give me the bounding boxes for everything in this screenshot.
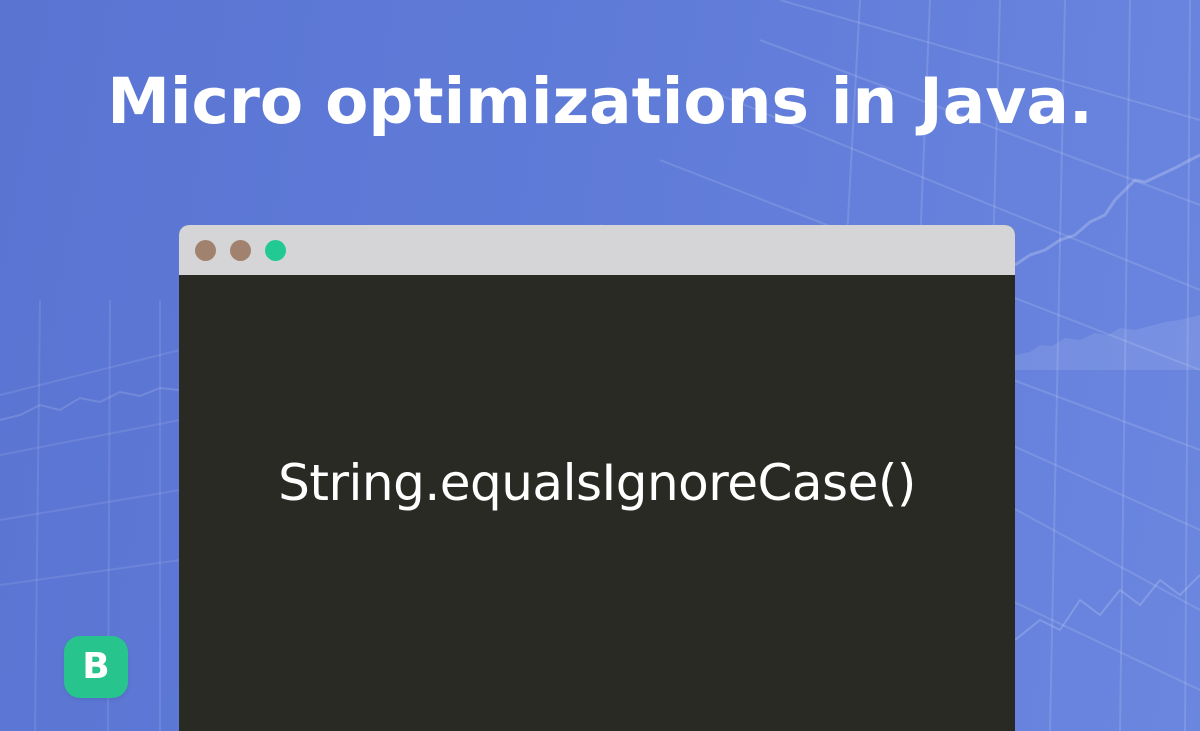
maximize-dot-icon: [265, 240, 286, 261]
minimize-dot-icon: [230, 240, 251, 261]
headline: Micro optimizations in Java.: [107, 65, 1093, 138]
banner: Micro optimizations in Java. String.equa…: [0, 0, 1200, 731]
brand-logo-icon: B: [64, 636, 128, 698]
window-titlebar: [179, 225, 1015, 275]
code-window: String.equalsIgnoreCase(): [179, 225, 1015, 731]
code-snippet: String.equalsIgnoreCase(): [278, 454, 916, 512]
code-editor-area: String.equalsIgnoreCase(): [179, 275, 1015, 731]
close-dot-icon: [195, 240, 216, 261]
